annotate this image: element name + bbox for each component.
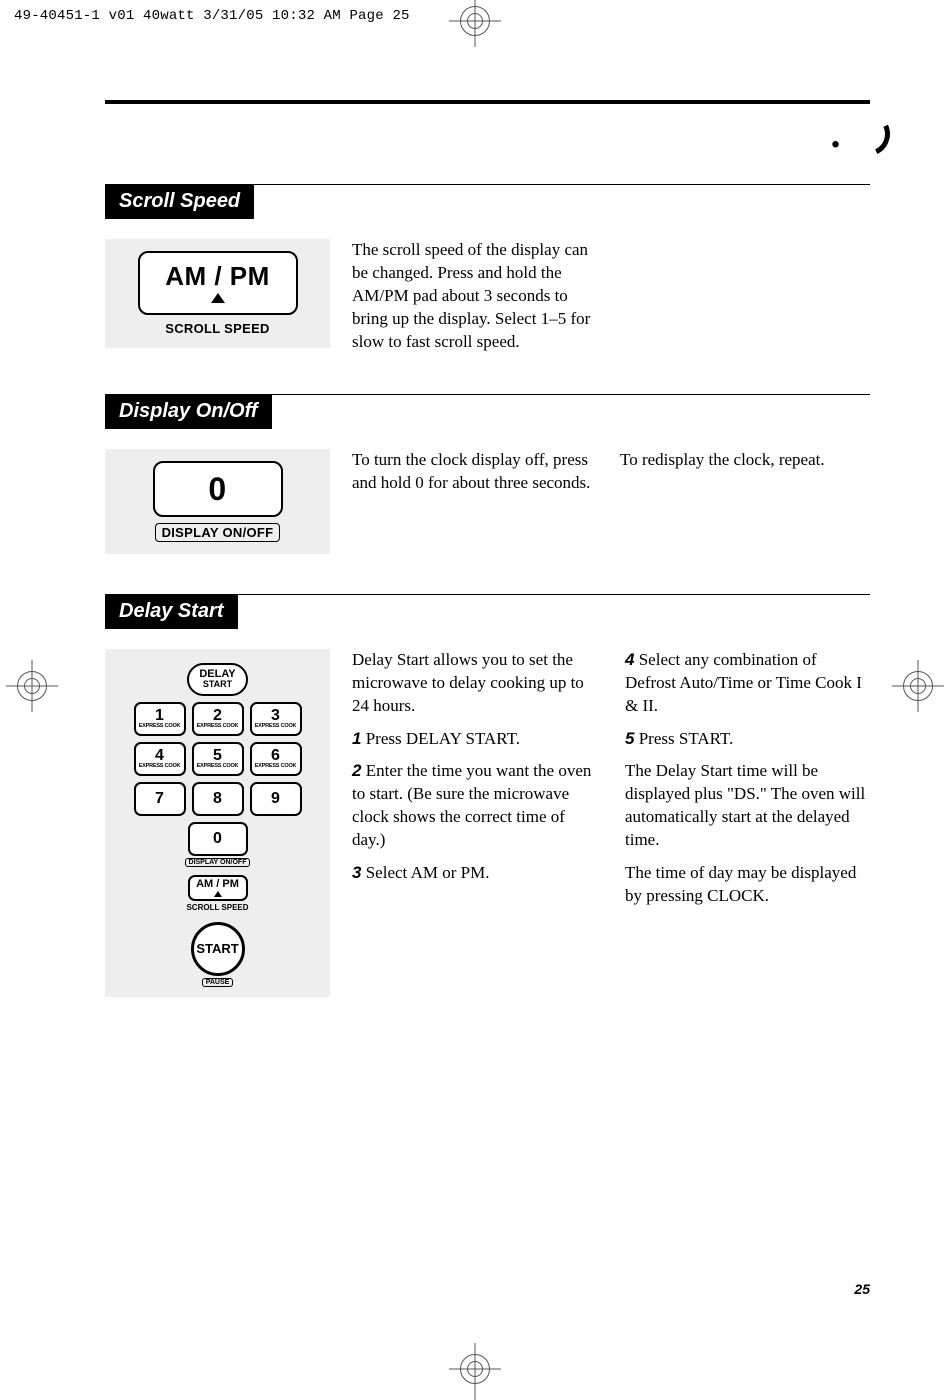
page-content: Scroll Speed AM / PM SCROLL SPEED The sc… — [105, 100, 870, 1037]
step-1-text: Press DELAY START. — [366, 729, 520, 748]
registration-mark-bottom — [449, 1343, 501, 1395]
scroll-speed-caption: SCROLL SPEED — [165, 321, 270, 336]
display-onoff-small-caption: DISPLAY ON/OFF — [185, 858, 251, 867]
ampm-button-label: AM / PM — [158, 263, 278, 289]
key-9: 9 — [250, 782, 302, 816]
top-rule — [105, 100, 870, 104]
section-scroll-speed: Scroll Speed — [105, 184, 870, 219]
display-redisplay-paragraph: To redisplay the clock, repeat. — [620, 449, 860, 495]
delay-start-pill: DELAYSTART — [187, 663, 247, 696]
zero-button-label: 0 — [173, 473, 263, 505]
delay-tail-paragraph-2: The time of day may be displayed by pres… — [625, 862, 870, 908]
registration-mark-right — [892, 660, 944, 712]
print-file-header: 49-40451-1 v01 40watt 3/31/05 10:32 AM P… — [14, 8, 410, 24]
step-2-text: Enter the time you want the oven to star… — [352, 761, 591, 849]
step-5-text: Press START. — [639, 729, 734, 748]
delay-start-keypad-illustration: DELAYSTART 1EXPRESS COOK 2EXPRESS COOK 3… — [105, 649, 330, 997]
page-number: 25 — [854, 1281, 870, 1297]
up-arrow-small-icon — [214, 891, 222, 897]
section-display-onoff: Display On/Off — [105, 394, 870, 429]
section-heading-display: Display On/Off — [105, 395, 272, 429]
step-4-text: Select any combination of Defrost Auto/T… — [625, 650, 862, 715]
key-6: 6EXPRESS COOK — [250, 742, 302, 776]
registration-mark-left — [6, 660, 58, 712]
step-4-number: 4 — [625, 650, 634, 669]
step-3-text: Select AM or PM. — [366, 863, 490, 882]
pause-small-caption: PAUSE — [202, 978, 234, 987]
display-onoff-caption: DISPLAY ON/OFF — [155, 523, 281, 542]
key-3: 3EXPRESS COOK — [250, 702, 302, 736]
scroll-speed-paragraph: The scroll speed of the display can be c… — [352, 239, 592, 354]
start-circle-button: START — [191, 922, 245, 976]
step-3-number: 3 — [352, 863, 361, 882]
registration-mark-top — [449, 0, 501, 47]
section-heading-scroll: Scroll Speed — [105, 185, 254, 219]
step-2-number: 2 — [352, 761, 361, 780]
scroll-speed-small-caption: SCROLL SPEED — [186, 903, 248, 912]
display-off-paragraph: To turn the clock display off, press and… — [352, 449, 592, 495]
step-1-number: 1 — [352, 729, 361, 748]
key-1: 1EXPRESS COOK — [134, 702, 186, 736]
section-delay-start: Delay Start — [105, 594, 870, 629]
ampm-small-button: AM / PM — [188, 875, 248, 901]
key-7: 7 — [134, 782, 186, 816]
key-0: 0 — [188, 822, 248, 856]
delay-intro-paragraph: Delay Start allows you to set the microw… — [352, 649, 597, 718]
step-5-number: 5 — [625, 729, 634, 748]
section-heading-delay: Delay Start — [105, 595, 238, 629]
delay-tail-paragraph-1: The Delay Start time will be displayed p… — [625, 760, 870, 852]
key-4: 4EXPRESS COOK — [134, 742, 186, 776]
key-2: 2EXPRESS COOK — [192, 702, 244, 736]
up-arrow-icon — [211, 293, 225, 303]
key-8: 8 — [192, 782, 244, 816]
scroll-speed-illustration: AM / PM SCROLL SPEED — [105, 239, 330, 348]
key-5: 5EXPRESS COOK — [192, 742, 244, 776]
display-onoff-illustration: 0 DISPLAY ON/OFF — [105, 449, 330, 554]
